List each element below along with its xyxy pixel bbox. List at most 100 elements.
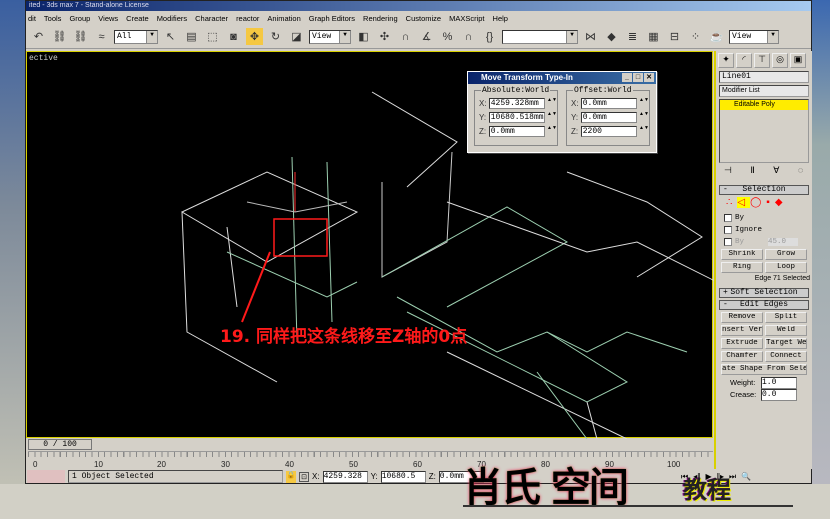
menu-graph-editors[interactable]: Graph Editors [309,14,355,23]
by-angle-checkbox[interactable] [724,237,732,246]
pivot-icon[interactable]: ◧ [355,28,372,45]
undo-icon[interactable]: ↶ [30,28,47,45]
soft-selection-rollout[interactable]: + Soft Selection [719,288,809,298]
menu-group[interactable]: Group [69,14,90,23]
maxscript-listener[interactable] [27,470,65,483]
rollout-title: Selection [742,185,786,194]
subobject-icons[interactable]: ∴◁◯▪◆ [716,197,812,211]
insert-vertex-button[interactable]: nsert Verte [721,325,763,336]
menu-maxscript[interactable]: MAXScript [449,14,484,23]
percent-snap-icon[interactable]: % [439,28,456,45]
ref-coord-dropdown[interactable]: View ▼ [309,29,351,44]
abs-y-input[interactable]: 10680.518mm [488,111,545,123]
split-button[interactable]: Split [765,312,807,323]
lock-selection-icon[interactable]: 🔒 [286,470,296,483]
mirror-icon[interactable]: ⋈ [582,28,599,45]
move-icon[interactable]: ✥ [246,28,263,45]
abs-z-input[interactable]: 0.0mm [488,125,545,137]
menu-reactor[interactable]: reactor [236,14,259,23]
spinner[interactable]: ▲▼ [639,98,649,108]
hierarchy-tab-icon[interactable]: ⊤ [754,53,770,68]
schematic-view-icon[interactable]: ⊟ [666,28,683,45]
ignore-backfacing-checkbox[interactable] [724,225,732,234]
menu-edit[interactable]: dit [28,14,36,23]
menu-views[interactable]: Views [98,14,118,23]
render-scene-icon[interactable]: ☕ [708,28,725,45]
zoom-icon[interactable]: 🔍 [741,472,751,482]
rotate-icon[interactable]: ↻ [267,28,284,45]
selection-filter-dropdown[interactable]: All ▼ [114,29,158,44]
motion-tab-icon[interactable]: ◎ [772,53,788,68]
layer-manager-icon[interactable]: ≣ [624,28,641,45]
object-name-field[interactable]: Line01 [719,71,809,83]
bind-spacewarp-icon[interactable]: ≈ [93,28,110,45]
offset-y-input[interactable]: 0.0mm [580,111,637,123]
display-tab-icon[interactable]: ▣ [790,53,806,68]
select-icon[interactable]: ↖ [162,28,179,45]
render-view-dropdown[interactable]: View ▼ [729,29,779,44]
create-shape-button[interactable]: ate Shape From Selec [721,364,807,375]
abs-x-input[interactable]: 4259.328mm [488,97,545,109]
named-selection-dropdown[interactable]: ▼ [502,29,578,44]
minimize-button[interactable]: _ [622,73,632,82]
close-button[interactable]: ✕ [644,73,654,82]
menu-customize[interactable]: Customize [406,14,441,23]
offset-z-input[interactable]: 2200 [580,125,637,137]
spinner-snap-icon[interactable]: ∩ [460,28,477,45]
loop-button[interactable]: Loop [765,262,807,273]
edit-named-sel-icon[interactable]: {} [481,28,498,45]
spinner[interactable]: ▲▼ [547,98,557,108]
material-editor-icon[interactable]: ⁘ [687,28,704,45]
spinner[interactable]: ▲▼ [547,112,557,122]
spinner[interactable]: ▲▼ [639,126,649,136]
status-x-field[interactable]: 4259.328 [322,470,368,483]
align-icon[interactable]: ◆ [603,28,620,45]
create-tab-icon[interactable]: ✦ [718,53,734,68]
select-by-name-icon[interactable]: ▤ [183,28,200,45]
dialog-title-bar[interactable]: Move Transform Type-In _ □ ✕ [468,72,656,84]
menu-tools[interactable]: Tools [44,14,62,23]
connect-button[interactable]: Connect [765,351,807,362]
angle-snap-icon[interactable]: ∡ [418,28,435,45]
manipulate-icon[interactable]: ✣ [376,28,393,45]
weight-input[interactable]: 1.0 [761,376,797,389]
shrink-button[interactable]: Shrink [721,249,763,260]
menu-modifiers[interactable]: Modifiers [157,14,187,23]
snap-toggle-icon[interactable]: ∩ [397,28,414,45]
y-label: Y: [571,112,579,122]
edit-edges-rollout[interactable]: - Edit Edges [719,300,809,310]
modifier-list-dropdown[interactable]: Modifier List [719,85,809,97]
stack-tools[interactable]: ⊣ Ⅱ ∀ ◌ [716,165,812,179]
by-vertex-checkbox[interactable] [724,213,732,222]
menu-create[interactable]: Create [126,14,149,23]
absolute-mode-icon[interactable]: ⊡ [299,471,309,482]
menu-rendering[interactable]: Rendering [363,14,398,23]
modify-tab-icon[interactable]: ◜ [736,53,752,68]
crease-input[interactable]: 0.0 [761,388,797,401]
spinner[interactable]: ▲▼ [547,126,557,136]
unlink-icon[interactable]: ⛓ [72,28,89,45]
menu-help[interactable]: Help [493,14,508,23]
menu-animation[interactable]: Animation [267,14,300,23]
offset-x-input[interactable]: 0.0mm [580,97,637,109]
window-crossing-icon[interactable]: ◙ [225,28,242,45]
ring-button[interactable]: Ring [721,262,763,273]
chamfer-button[interactable]: Chamfer [721,351,763,362]
remove-button[interactable]: Remove [721,312,763,323]
extrude-button[interactable]: Extrude [721,338,763,349]
spinner[interactable]: ▲▼ [639,112,649,122]
maximize-button[interactable]: □ [633,73,643,82]
region-select-icon[interactable]: ⬚ [204,28,221,45]
curve-editor-icon[interactable]: ▦ [645,28,662,45]
link-icon[interactable]: ⛓ [51,28,68,45]
stack-item-editable-poly[interactable]: Editable Poly [720,100,808,110]
selection-rollout[interactable]: - Selection [719,185,809,195]
weld-button[interactable]: Weld [765,325,807,336]
angle-input[interactable]: 45.0 [768,237,798,246]
scale-icon[interactable]: ◪ [288,28,305,45]
time-slider[interactable]: 0 / 100 [28,439,92,450]
status-y-field[interactable]: 10680.5 [380,470,426,483]
menu-character[interactable]: Character [195,14,228,23]
grow-button[interactable]: Grow [765,249,807,260]
target-weld-button[interactable]: Target Wel [765,338,807,349]
